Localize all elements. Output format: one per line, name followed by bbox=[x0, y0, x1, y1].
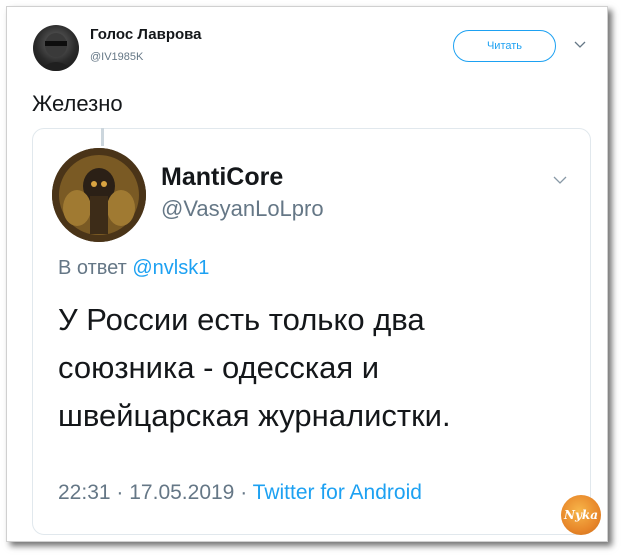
quoted-author-handle[interactable]: @VasyanLoLpro bbox=[161, 196, 324, 222]
quoted-author-name[interactable]: MantiCore bbox=[161, 163, 283, 192]
user-avatar-image bbox=[52, 148, 146, 242]
chevron-down-icon[interactable] bbox=[573, 40, 587, 50]
watermark-logo: Nyka bbox=[561, 495, 601, 535]
tweet-date[interactable]: 17.05.2019 bbox=[129, 481, 234, 504]
author-handle[interactable]: @IV1985K bbox=[90, 51, 143, 63]
tweet-meta: 22:31 · 17.05.2019 · Twitter for Android bbox=[58, 481, 422, 505]
quoted-author-avatar[interactable] bbox=[52, 148, 146, 242]
follow-button[interactable]: Читать bbox=[453, 30, 556, 62]
meta-separator: · bbox=[116, 481, 124, 504]
reply-to-link[interactable]: @nvlsk1 bbox=[132, 257, 209, 279]
tweet-time[interactable]: 22:31 bbox=[58, 481, 111, 504]
tweet-source-link[interactable]: Twitter for Android bbox=[253, 481, 422, 504]
tweet-text: Железно bbox=[32, 91, 123, 116]
quoted-tweet-text: У России есть только два союзника - одес… bbox=[58, 302, 451, 433]
meta-separator: · bbox=[240, 481, 248, 504]
watermark-text: Nyka bbox=[563, 508, 599, 522]
chevron-down-icon[interactable] bbox=[552, 175, 568, 185]
reply-to-line: В ответ @nvlsk1 bbox=[58, 257, 209, 280]
thread-connector bbox=[101, 128, 104, 146]
author-avatar[interactable] bbox=[33, 25, 79, 71]
user-avatar-image bbox=[39, 33, 73, 71]
author-name[interactable]: Голос Лаврова bbox=[90, 26, 202, 43]
reply-prefix: В ответ bbox=[58, 257, 127, 279]
